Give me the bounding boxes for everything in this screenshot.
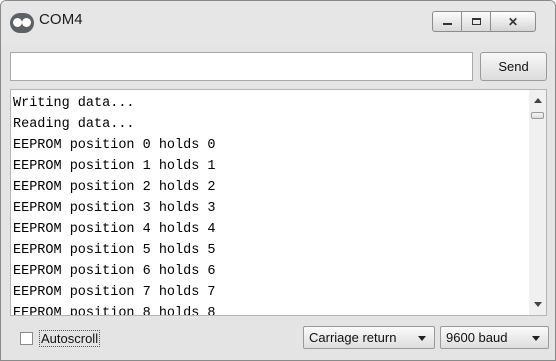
minimize-icon (433, 12, 461, 31)
output-line: EEPROM position 4 holds 4 (13, 222, 216, 237)
output-line: EEPROM position 2 holds 2 (13, 180, 216, 195)
output-line: Writing data... (13, 96, 135, 111)
autoscroll-toggle[interactable]: Autoscroll (20, 330, 101, 347)
send-bar: Send (1, 45, 555, 89)
vertical-scrollbar[interactable] (529, 90, 546, 315)
autoscroll-label: Autoscroll (39, 330, 101, 347)
window-title: COM4 (39, 11, 83, 28)
output-line: Reading data... (13, 117, 135, 132)
send-button[interactable]: Send (480, 52, 547, 81)
arduino-infinity-icon (10, 13, 34, 33)
scroll-up-arrow-icon[interactable] (534, 98, 542, 103)
line-ending-select[interactable]: Carriage return (303, 326, 435, 349)
chevron-down-icon (418, 336, 426, 341)
serial-input[interactable] (10, 52, 473, 81)
baud-rate-value: 9600 baud (446, 330, 508, 345)
serial-monitor-window: COM4 ✕ Send Writing data... Reading data.… (0, 0, 556, 361)
scroll-down-arrow-icon[interactable] (534, 302, 542, 307)
output-line: EEPROM position 1 holds 1 (13, 159, 216, 174)
output-lines: Writing data... Reading data... EEPROM pos… (13, 93, 216, 316)
output-line: EEPROM position 3 holds 3 (13, 201, 216, 216)
close-icon: ✕ (507, 14, 519, 29)
maximize-icon (462, 12, 490, 31)
maximize-button[interactable] (461, 11, 491, 32)
line-ending-value: Carriage return (309, 330, 397, 345)
footer-bar: Autoscroll Carriage return 9600 baud (1, 316, 555, 360)
output-line: EEPROM position 6 holds 6 (13, 264, 216, 279)
serial-output[interactable]: Writing data... Reading data... EEPROM pos… (10, 89, 547, 316)
output-line: EEPROM position 7 holds 7 (13, 285, 216, 300)
baud-rate-select[interactable]: 9600 baud (440, 326, 549, 349)
autoscroll-checkbox[interactable] (20, 332, 33, 345)
output-line: EEPROM position 0 holds 0 (13, 138, 216, 153)
title-bar[interactable]: COM4 ✕ (1, 1, 555, 45)
chevron-down-icon (532, 336, 540, 341)
output-line: EEPROM position 5 holds 5 (13, 243, 216, 258)
close-button[interactable]: ✕ (490, 11, 536, 32)
minimize-button[interactable] (432, 11, 462, 32)
output-line: EEPROM position 8 holds 8 (13, 306, 216, 316)
scrollbar-thumb[interactable] (531, 112, 544, 119)
